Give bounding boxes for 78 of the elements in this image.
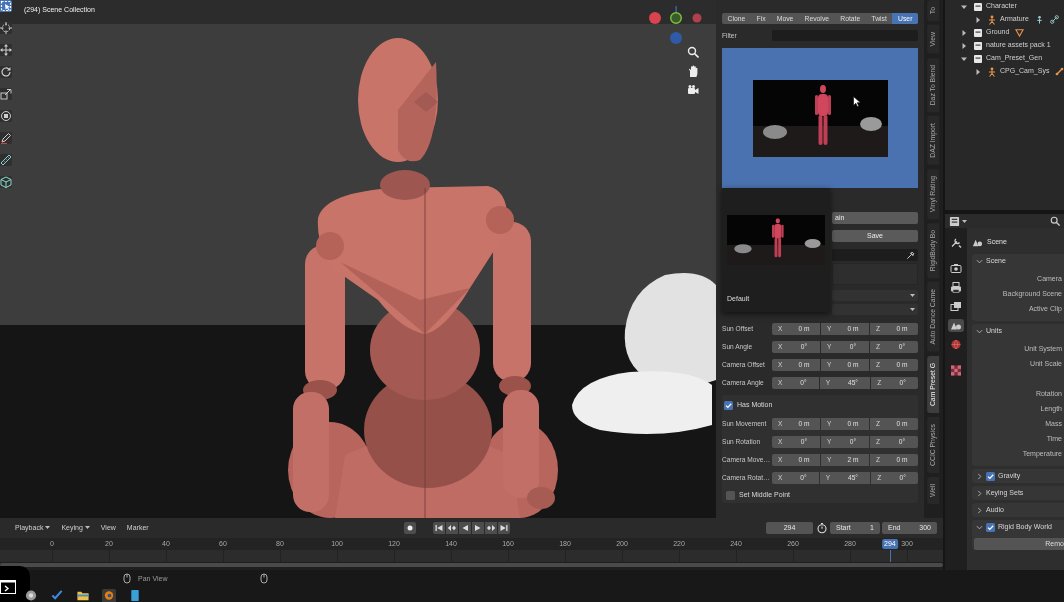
ring-logo-icon[interactable] xyxy=(102,589,116,602)
bone-icon[interactable] xyxy=(1055,67,1064,76)
caret-icon xyxy=(962,219,967,223)
caret-icon xyxy=(910,308,915,311)
magnifier-icon[interactable] xyxy=(687,46,699,58)
chevron-icon[interactable] xyxy=(976,257,983,265)
tablet-icon[interactable] xyxy=(128,589,142,602)
disclosure-triangle-icon[interactable] xyxy=(961,3,967,10)
chevron-icon[interactable] xyxy=(976,489,983,497)
axis-handle[interactable] xyxy=(649,12,661,24)
checker-icon[interactable] xyxy=(948,364,964,377)
caret-icon xyxy=(84,526,90,530)
eyedropper-icon[interactable] xyxy=(906,250,915,260)
record-icon[interactable] xyxy=(404,522,416,534)
play-icon[interactable] xyxy=(472,522,484,534)
search-icon[interactable] xyxy=(1050,216,1060,226)
printer-icon[interactable] xyxy=(948,281,964,294)
mouse-icon xyxy=(260,573,269,584)
checkmark-icon[interactable] xyxy=(50,589,64,602)
transform-icon[interactable] xyxy=(0,110,12,122)
axis-handle[interactable] xyxy=(670,12,682,24)
chevron-icon[interactable] xyxy=(976,327,983,335)
editor-type-button[interactable] xyxy=(949,215,967,227)
box-icon xyxy=(973,1,983,12)
skip-start-icon[interactable] xyxy=(433,522,445,534)
chevron-icon[interactable] xyxy=(976,506,983,514)
camera-icon[interactable] xyxy=(948,262,964,275)
figure-icon[interactable] xyxy=(1034,15,1044,24)
disclosure-triangle-icon[interactable] xyxy=(961,42,967,49)
crosshair-icon[interactable] xyxy=(0,22,12,34)
play-reverse-icon[interactable] xyxy=(459,522,471,534)
dropdown-field[interactable] xyxy=(832,290,918,301)
dropdown-field[interactable] xyxy=(832,304,918,315)
stopwatch-icon[interactable] xyxy=(816,522,828,534)
folder-icon[interactable] xyxy=(76,589,90,602)
select-box-icon[interactable] xyxy=(0,0,12,12)
preview-panel[interactable] xyxy=(722,48,918,188)
triangle-icon[interactable] xyxy=(1015,28,1025,37)
disclosure-triangle-icon[interactable] xyxy=(975,16,981,23)
stick-figure-icon xyxy=(987,14,997,25)
axis-handle[interactable] xyxy=(670,32,682,44)
globe-icon[interactable] xyxy=(948,338,964,351)
checkbox[interactable] xyxy=(724,400,733,410)
terminal-icon[interactable] xyxy=(0,580,16,594)
hand-icon[interactable] xyxy=(687,65,699,77)
cube-icon[interactable] xyxy=(0,176,12,188)
next-keyframe-icon[interactable] xyxy=(485,522,497,534)
checkbox[interactable] xyxy=(986,522,995,532)
disclosure-triangle-icon[interactable] xyxy=(975,68,981,75)
axis-handle[interactable] xyxy=(692,13,702,23)
box-icon xyxy=(973,40,983,51)
movie-camera-icon[interactable] xyxy=(687,84,699,96)
playhead-line xyxy=(889,550,891,562)
skip-end-icon[interactable] xyxy=(498,522,510,534)
stick-figure-icon xyxy=(987,66,997,77)
prev-keyframe-icon[interactable] xyxy=(446,522,458,534)
checkbox[interactable] xyxy=(986,471,995,481)
ruler-icon[interactable] xyxy=(0,154,12,166)
box-icon xyxy=(973,53,983,64)
text-field[interactable] xyxy=(832,249,918,261)
caret-icon xyxy=(45,526,51,530)
mouse-pointer-icon xyxy=(853,96,861,107)
chevron-icon[interactable] xyxy=(976,472,983,480)
scale-icon[interactable] xyxy=(0,88,12,100)
disclosure-triangle-icon[interactable] xyxy=(961,29,967,36)
checkbox[interactable] xyxy=(726,490,735,500)
box-icon xyxy=(973,27,983,38)
axis-line xyxy=(675,6,677,12)
disc-app-icon[interactable] xyxy=(24,589,38,602)
chevron-icon[interactable] xyxy=(976,523,983,531)
disclosure-triangle-icon[interactable] xyxy=(961,55,967,62)
caret-icon xyxy=(910,294,915,297)
mouse-icon xyxy=(123,573,131,584)
pencil-icon[interactable] xyxy=(0,132,12,144)
rotate-icon[interactable] xyxy=(0,66,12,78)
move-arrows-icon[interactable] xyxy=(0,44,12,56)
chain-icon[interactable] xyxy=(1049,15,1059,24)
stacked-frames-icon[interactable] xyxy=(948,300,964,313)
